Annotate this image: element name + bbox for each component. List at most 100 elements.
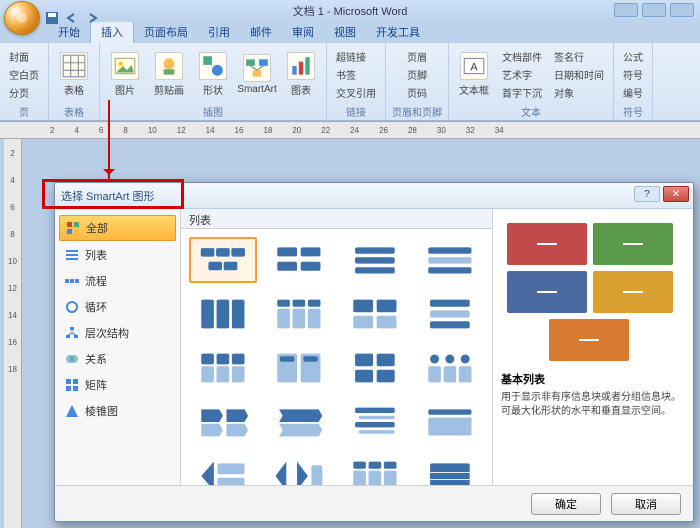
cycle-icon — [65, 300, 79, 314]
clipart-button[interactable]: 剪贴画 — [150, 52, 188, 97]
group-links: 超链接 书签 交叉引用 链接 — [327, 43, 386, 120]
ribbon-tabs: 开始 插入 页面布局 引用 邮件 审阅 视图 开发工具 — [0, 22, 700, 43]
object-button[interactable]: 对象 — [551, 84, 607, 101]
signature-button[interactable]: 签名行 — [551, 48, 607, 65]
clipart-icon — [156, 53, 182, 79]
preview-block — [593, 271, 673, 313]
gallery-thumb[interactable] — [341, 237, 409, 283]
number-button[interactable]: 编号 — [620, 84, 646, 101]
close-button[interactable] — [670, 3, 694, 17]
gallery-thumb[interactable] — [416, 291, 484, 337]
chart-button[interactable]: 图表 — [282, 52, 320, 97]
tab-mailings[interactable]: 邮件 — [240, 21, 282, 43]
gallery-thumb[interactable] — [416, 453, 484, 485]
sidebar-item-matrix[interactable]: 矩阵 — [59, 373, 176, 397]
dialog-body: 全部 列表 流程 循环 层次结构 关系 矩阵 棱锥图 列表 — [55, 209, 693, 485]
page-number-button[interactable]: 页码 — [404, 84, 430, 101]
preview-block — [507, 271, 587, 313]
gallery-thumb[interactable] — [265, 291, 333, 337]
group-symbols: 公式 符号 编号 符号 — [614, 43, 653, 120]
undo-icon[interactable] — [64, 10, 80, 26]
cancel-button[interactable]: 取消 — [611, 493, 681, 515]
gallery-thumb[interactable] — [341, 399, 409, 445]
matrix-icon — [65, 378, 79, 392]
textbox-button[interactable]: A文本框 — [455, 52, 493, 97]
save-icon[interactable] — [44, 10, 60, 26]
cover-page-button[interactable]: 封面 — [6, 48, 42, 65]
maximize-button[interactable] — [642, 3, 666, 17]
quickparts-button[interactable]: 文档部件 — [499, 48, 545, 65]
tab-references[interactable]: 引用 — [198, 21, 240, 43]
gallery-thumb[interactable] — [189, 453, 257, 485]
bookmark-button[interactable]: 书签 — [333, 66, 379, 83]
shapes-icon — [200, 53, 226, 79]
table-button[interactable]: 表格 — [55, 52, 93, 97]
dialog-close-button[interactable]: ✕ — [663, 186, 689, 202]
redo-icon[interactable] — [84, 10, 100, 26]
window-controls — [614, 3, 694, 17]
gallery-thumb[interactable] — [265, 237, 333, 283]
minimize-button[interactable] — [614, 3, 638, 17]
symbol-button[interactable]: 符号 — [620, 66, 646, 83]
sidebar-item-all[interactable]: 全部 — [59, 215, 176, 241]
all-icon — [66, 221, 80, 235]
group-label: 页眉和页脚 — [392, 104, 442, 118]
tab-developer[interactable]: 开发工具 — [366, 21, 430, 43]
header-button[interactable]: 页眉 — [404, 48, 430, 65]
tab-view[interactable]: 视图 — [324, 21, 366, 43]
gallery-header: 列表 — [181, 209, 492, 229]
group-label: 页 — [19, 104, 29, 118]
group-label: 链接 — [346, 104, 366, 118]
sidebar-item-cycle[interactable]: 循环 — [59, 295, 176, 319]
gallery-thumb[interactable] — [189, 399, 257, 445]
gallery-thumb[interactable] — [416, 345, 484, 391]
datetime-button[interactable]: 日期和时间 — [551, 66, 607, 83]
list-icon — [65, 248, 79, 262]
sidebar-item-pyramid[interactable]: 棱锥图 — [59, 399, 176, 423]
crossref-button[interactable]: 交叉引用 — [333, 84, 379, 101]
gallery-scroll[interactable] — [181, 229, 492, 485]
gallery-thumb[interactable] — [341, 453, 409, 485]
sidebar-item-relationship[interactable]: 关系 — [59, 347, 176, 371]
wordart-button[interactable]: 艺术字 — [499, 66, 545, 83]
textbox-icon: A — [461, 53, 487, 79]
gallery-thumb[interactable] — [189, 237, 257, 283]
equation-button[interactable]: 公式 — [620, 48, 646, 65]
dialog-help-button[interactable]: ? — [634, 186, 660, 202]
tab-review[interactable]: 审阅 — [282, 21, 324, 43]
smartart-button[interactable]: SmartArt — [238, 54, 276, 95]
shapes-button[interactable]: 形状 — [194, 52, 232, 97]
group-text: A文本框 文档部件 艺术字 首字下沉 签名行 日期和时间 对象 文本 — [449, 43, 614, 120]
gallery-thumb[interactable] — [265, 345, 333, 391]
gallery-thumb[interactable] — [265, 399, 333, 445]
gallery-thumb[interactable] — [416, 399, 484, 445]
blank-page-button[interactable]: 空白页 — [6, 66, 42, 83]
dialog-titlebar[interactable]: 选择 SmartArt 图形 ? ✕ — [55, 183, 693, 209]
group-label: 插图 — [203, 104, 223, 118]
pyramid-icon — [65, 404, 79, 418]
relationship-icon — [65, 352, 79, 366]
gallery-thumb[interactable] — [341, 291, 409, 337]
preview-title: 基本列表 — [501, 371, 685, 387]
gallery-thumb[interactable] — [341, 345, 409, 391]
sidebar-item-hierarchy[interactable]: 层次结构 — [59, 321, 176, 345]
sidebar-item-list[interactable]: 列表 — [59, 243, 176, 267]
office-button[interactable] — [4, 1, 40, 35]
ok-button[interactable]: 确定 — [531, 493, 601, 515]
sidebar-item-process[interactable]: 流程 — [59, 269, 176, 293]
tab-page-layout[interactable]: 页面布局 — [134, 21, 198, 43]
group-pages: 封面 空白页 分页 页 — [0, 43, 49, 120]
dropcap-button[interactable]: 首字下沉 — [499, 84, 545, 101]
preview-panel: 基本列表 用于显示非有序信息块或者分组信息块。可最大化形状的水平和垂直显示空间。 — [493, 209, 693, 485]
gallery-thumb[interactable] — [265, 453, 333, 485]
page-break-button[interactable]: 分页 — [6, 84, 42, 101]
gallery-thumb[interactable] — [416, 237, 484, 283]
picture-button[interactable]: 图片 — [106, 52, 144, 97]
gallery-thumb[interactable] — [189, 291, 257, 337]
chart-icon — [288, 53, 314, 79]
gallery-thumb[interactable] — [189, 345, 257, 391]
footer-button[interactable]: 页脚 — [404, 66, 430, 83]
hyperlink-button[interactable]: 超链接 — [333, 48, 379, 65]
hierarchy-icon — [65, 326, 79, 340]
group-label: 符号 — [623, 104, 643, 118]
